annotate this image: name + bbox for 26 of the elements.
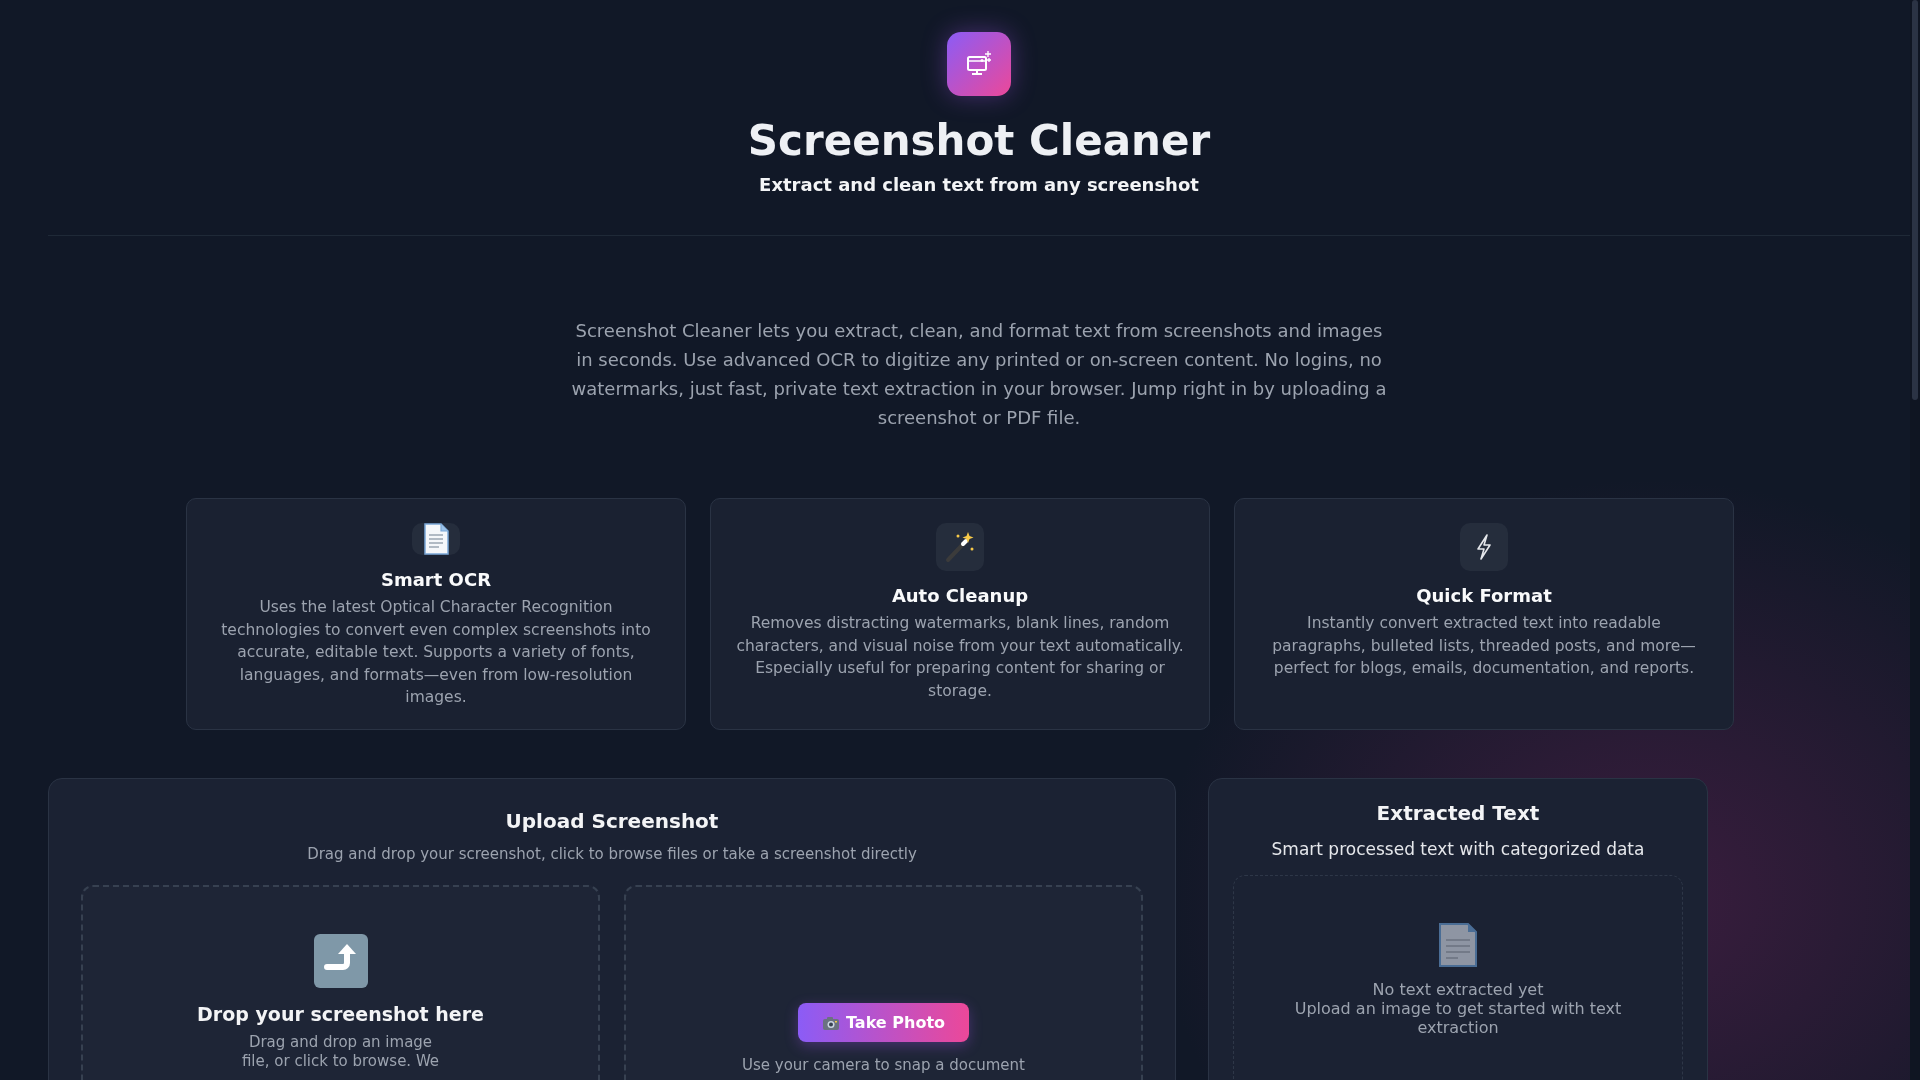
intro-paragraph: Screenshot Cleaner lets you extract, clean, and format text from screenshots and images in seconds. Use advanced OCR to digitize any printed or on-screen content. No logins, no watermarks, just fast, private text extraction in your browser. Jump right in by uploading a screenshot or PDF file. — [570, 319, 1388, 431]
magic-wand-icon — [944, 531, 976, 564]
camera-hint: Use your camera to snap a document — [742, 1056, 1025, 1076]
drop-zone-title: Drop your screenshot here — [197, 1003, 484, 1026]
scrollbar[interactable] — [1910, 0, 1920, 1080]
drop-zone-hint: file, or click to browse. We — [241, 1052, 440, 1072]
drop-zone[interactable]: Drop your screenshot here Drag and drop an image file, or click to browse. We — [81, 885, 600, 1080]
take-photo-button[interactable]: Take Photo — [798, 1003, 969, 1043]
app-subtitle: Extract and clean text from any screenshot — [759, 174, 1199, 196]
empty-state-hint: Upload an image to get started with text extraction — [1293, 999, 1623, 1038]
drop-zone-hint: Drag and drop an image — [248, 1033, 433, 1053]
panel-title: Extracted Text — [1376, 801, 1540, 826]
feature-description: Removes distracting watermarks, blank lines, random characters, and visual noise from your text automatically. Especially useful for preparing content for sharing or storage. — [735, 613, 1185, 702]
feature-description: Instantly convert extracted text into readable paragraphs, bulleted lists, threaded posts, and more—perfect for blogs, emails, documentation, and reports. — [1271, 613, 1697, 680]
feature-title: Smart OCR — [381, 569, 491, 591]
panel-subtitle: Smart processed text with categorized data — [1271, 839, 1645, 860]
feature-title: Auto Cleanup — [891, 585, 1029, 607]
app-title: Screenshot Cleaner — [747, 118, 1211, 165]
empty-state-title: No text extracted yet — [1372, 980, 1544, 1000]
panel-subtitle: Drag and drop your screenshot, click to browse files or take a screenshot directly — [307, 845, 917, 864]
camera-icon — [822, 1014, 840, 1031]
document-icon — [422, 523, 450, 556]
feature-description: Uses the latest Optical Character Recognition technologies to convert even complex screenshots into accurate, editable text. Supports a variety of fonts, languages, and formats—even from low-resolution images. — [220, 597, 652, 709]
feature-title: Quick Format — [1416, 585, 1552, 607]
panel-title: Upload Screenshot — [505, 809, 719, 834]
document-icon — [1438, 922, 1478, 969]
